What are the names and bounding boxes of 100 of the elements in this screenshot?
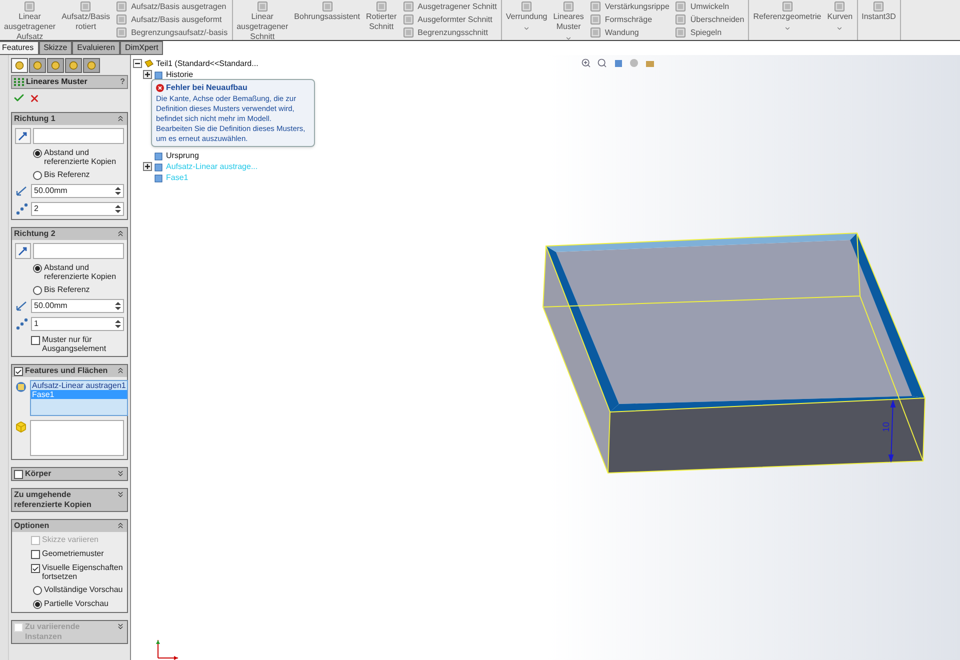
- cancel-icon[interactable]: [29, 92, 40, 104]
- radio-button[interactable]: [33, 264, 42, 273]
- instance-count-icon: [15, 317, 29, 331]
- radio-label: Bis Referenz: [44, 170, 90, 179]
- caret-icon: [565, 35, 572, 42]
- ribbon-button[interactable]: Lineares Muster: [553, 12, 584, 42]
- tab[interactable]: Skizze: [38, 41, 72, 55]
- tool-icon: [834, 1, 846, 12]
- ribbon-button[interactable]: Ausgetragener Schnitt: [418, 0, 497, 12]
- checkbox[interactable]: [31, 550, 40, 559]
- expand-icon[interactable]: [143, 70, 152, 79]
- ribbon-button[interactable]: Ausgeformter Schnitt: [418, 14, 492, 26]
- ribbon-button[interactable]: Spiegeln: [690, 26, 722, 38]
- tool-icon: [402, 14, 414, 25]
- spinner-icon[interactable]: [114, 185, 122, 197]
- linear-pattern-icon: [14, 78, 24, 86]
- section-title: Richtung 1: [14, 114, 56, 124]
- manager-tab[interactable]: [11, 58, 28, 73]
- part-icon: [144, 58, 154, 68]
- tool-icon: [675, 1, 686, 12]
- tool-icon: [402, 1, 414, 12]
- ribbon-button[interactable]: Begrenzungsschnitt: [418, 26, 488, 38]
- tab[interactable]: DimXpert: [120, 41, 164, 55]
- spinner-icon[interactable]: [114, 318, 122, 330]
- tool-icon: [24, 1, 36, 12]
- count-field[interactable]: 2: [31, 202, 124, 216]
- tool-icon: [116, 27, 128, 38]
- ribbon-button[interactable]: Begrenzungsaufsatz/-basis: [131, 26, 228, 38]
- ribbon-button[interactable]: Rotierter Schnitt: [366, 12, 397, 32]
- panel-title: Lineares Muster: [26, 76, 88, 88]
- radio-button[interactable]: [33, 149, 42, 158]
- distance-field[interactable]: 50.00mm: [31, 299, 124, 313]
- zoom-area-icon[interactable]: [597, 58, 607, 68]
- selection-list[interactable]: Aufsatz-Linear austragen1 Fase1: [30, 380, 128, 416]
- ribbon-button[interactable]: Bohrungsassistent: [294, 12, 360, 22]
- collapse-icon[interactable]: [133, 59, 142, 68]
- radio-button[interactable]: [33, 286, 42, 295]
- tool-icon: [116, 1, 128, 12]
- tool-icon: [256, 1, 268, 12]
- section-header[interactable]: Richtung 2: [12, 228, 127, 240]
- manager-tab[interactable]: [65, 58, 82, 73]
- radio-button[interactable]: [33, 600, 42, 609]
- list-item[interactable]: Aufsatz-Linear austragen1: [31, 381, 127, 390]
- ribbon-button[interactable]: Aufsatz/Basis rotiert: [62, 12, 110, 32]
- radio-label: Bis Referenz: [44, 285, 90, 294]
- checkbox[interactable]: [14, 367, 23, 376]
- direction-selector-icon[interactable]: [15, 128, 31, 144]
- ribbon-button[interactable]: Wandung: [604, 26, 639, 38]
- expand-icon[interactable]: [143, 162, 152, 171]
- ribbon-button[interactable]: Linear ausgetragener Schnitt: [236, 12, 288, 42]
- tool-icon: [80, 1, 92, 12]
- ribbon-button[interactable]: Aufsatz/Basis ausgeformt: [131, 14, 222, 26]
- count-field[interactable]: 1: [31, 317, 124, 331]
- manager-tab[interactable]: [47, 58, 64, 73]
- tool-icon: [675, 27, 686, 38]
- radio-button[interactable]: [33, 586, 42, 595]
- tab[interactable]: Evaluieren: [72, 41, 120, 55]
- ribbon-button[interactable]: Aufsatz/Basis ausgetragen: [131, 0, 226, 12]
- ribbon-button[interactable]: Referenzgeometrie: [753, 12, 822, 32]
- spinner-icon[interactable]: [114, 300, 122, 312]
- ribbon-button[interactable]: Verrundung: [506, 12, 548, 32]
- tool-icon: [116, 14, 128, 25]
- checkbox-label: Geometriemuster: [42, 549, 104, 558]
- tree-item-label[interactable]: Ursprung: [166, 150, 199, 162]
- ribbon-button[interactable]: Verstärkungsrippe: [604, 0, 670, 12]
- tree-item-label[interactable]: Historie: [166, 68, 194, 80]
- section-header[interactable]: Optionen: [12, 520, 127, 532]
- section-title: Optionen: [14, 521, 50, 531]
- tree-item-label[interactable]: Teil1 (Standard<<Standard...: [156, 58, 258, 70]
- confirm-icon[interactable]: [13, 92, 25, 104]
- tool-icon: [873, 1, 884, 12]
- ribbon-button[interactable]: Umwickeln: [690, 0, 730, 12]
- circle-icon: [87, 61, 96, 70]
- section-header[interactable]: Features und Flächen: [12, 365, 127, 377]
- checkbox-label: Muster nur für Ausgangselement: [42, 335, 108, 353]
- checkbox[interactable]: [31, 564, 40, 573]
- spinner-icon[interactable]: [114, 203, 122, 215]
- section-header[interactable]: Zu umgehende referenzierte Kopien: [12, 489, 127, 511]
- error-icon: [156, 84, 164, 92]
- radio-button[interactable]: [33, 171, 42, 180]
- zoom-to-fit-icon[interactable]: [581, 58, 591, 68]
- ribbon-button[interactable]: Überschneiden: [690, 14, 744, 26]
- tab[interactable]: Features: [0, 41, 39, 55]
- tool-icon: [376, 1, 387, 12]
- selection-field[interactable]: [33, 128, 124, 144]
- distance-field[interactable]: 50.00mm: [31, 184, 124, 198]
- manager-tab[interactable]: [29, 58, 46, 73]
- ribbon-button[interactable]: Instant3D: [862, 12, 896, 22]
- ribbon-button[interactable]: Formschräge: [604, 14, 652, 26]
- section-header[interactable]: Körper: [12, 468, 127, 480]
- checkbox[interactable]: [14, 470, 23, 479]
- direction-selector-icon[interactable]: [15, 243, 31, 259]
- checkbox[interactable]: [31, 336, 40, 345]
- ribbon-button[interactable]: Linear ausgetragener Aufsatz: [4, 12, 56, 42]
- section-header[interactable]: Richtung 1: [12, 113, 127, 125]
- radio-label: Abstand und referenzierte Kopien: [44, 148, 118, 166]
- help-button[interactable]: ?: [120, 76, 125, 88]
- selection-field[interactable]: [33, 243, 124, 259]
- manager-tab[interactable]: [83, 58, 100, 73]
- ribbon-button[interactable]: Kurven: [827, 12, 853, 32]
